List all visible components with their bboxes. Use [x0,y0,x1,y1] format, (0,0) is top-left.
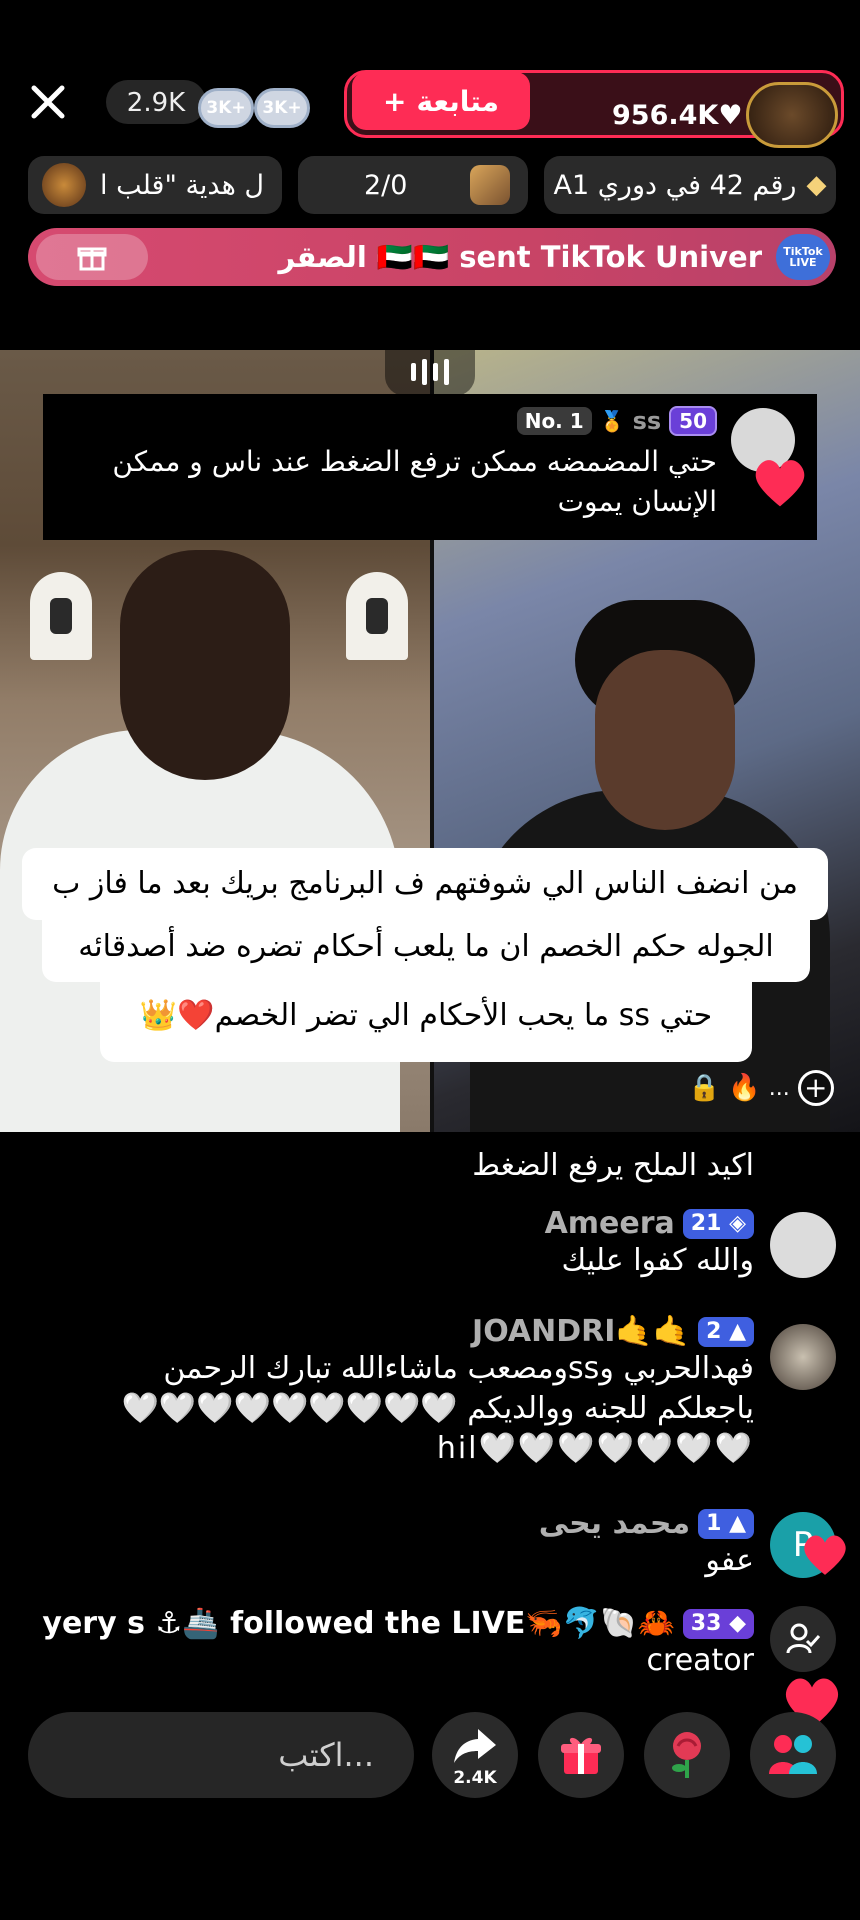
gift-goal-icon [42,163,86,207]
league-rank-text: رقم 42 في دوري A1 [553,169,797,201]
comment-text: ياجعلكم للجنه ووالديكم 🤍🤍🤍🤍🤍🤍🤍🤍🤍 [121,1391,754,1426]
follow-event-text[interactable]: yery s ⚓🚢 followed the LIVE🦐🐬🐚🦀 [42,1606,674,1641]
guest-face [595,650,735,830]
host-likes: 956.4K♥ [612,100,743,131]
medal-icon: 🏅 [599,409,625,433]
comment-text: hil🤍🤍🤍🤍🤍🤍🤍 [436,1431,754,1466]
comment-header: محمد يحى 1 ▲ [539,1506,754,1541]
gift-banner[interactable]: الصقر 🇦🇪🇦🇪 sent TikTok Univer TikTok LIV… [28,228,836,286]
level-badge: 1 ▲ [698,1508,754,1539]
multi-guest-button[interactable] [750,1712,836,1798]
match-score-chip[interactable]: 2/0 [298,156,528,214]
gift-banner-button[interactable] [36,234,148,280]
gift-icon [77,247,107,271]
host-avatar[interactable] [746,82,838,148]
avatar[interactable] [770,1212,836,1278]
league-rank-chip[interactable]: رقم 42 في دوري A1 ◆ [544,156,836,214]
more-icon[interactable]: ... [769,1076,790,1101]
level-badge: 21 ◈ [682,1208,754,1239]
comment-username[interactable]: JOANDRI🤙🤙 [472,1314,690,1349]
fire-icon[interactable]: 🔥 [728,1073,760,1103]
level-badge: 50 [669,406,717,436]
add-guest-button[interactable]: + [797,1070,834,1106]
comment-header: Ameera 21 ◈ [545,1206,754,1241]
caption-line: الجوله حكم الخصم ان ما يلعب أحكام تضره ض… [42,916,810,982]
gift-goal-text: ل هدية "قلب ا [100,169,265,201]
follow-label: متابعة [416,84,500,118]
comment-text: عفو [705,1543,754,1578]
match-icon [470,165,510,205]
pinned-username[interactable]: ss [633,407,662,435]
lantern-decor [346,572,408,660]
top-gifter-badge[interactable]: 3K+ [254,88,310,128]
rose-icon [672,1732,701,1778]
top-gifter-badge[interactable]: 3K+ [198,88,254,128]
lantern-decor [30,572,92,660]
floating-heart-icon [804,1535,846,1575]
people-icon [769,1735,817,1774]
comment-item[interactable]: yery s ⚓🚢 followed the LIVE🦐🐬🐚🦀 33 ◆ cre… [42,1606,754,1681]
gift-goal-chip[interactable]: ل هدية "قلب ا [28,156,282,214]
comment-text: فهدالحربي وssومصعب ماشاءالله تبارك الرحم… [163,1351,754,1386]
viewer-count[interactable]: 2.9K [106,80,206,124]
heart-icon: ♥ [718,100,743,131]
comment-username[interactable]: محمد يحى [539,1506,690,1541]
gift-icon [561,1737,601,1774]
comment-text: والله كفوا عليك [561,1243,754,1278]
plus-icon: + [382,84,407,118]
gift-button[interactable] [538,1712,624,1798]
level-badge: 2 ▲ [698,1316,754,1347]
comment-text: اكيد الملح يرفع الضغط [472,1148,754,1183]
avatar[interactable] [770,1324,836,1390]
comment-item[interactable]: Ameera 21 ◈ والله كفوا عليك [545,1206,754,1281]
share-button[interactable]: 2.4K [432,1712,518,1798]
share-icon [454,1729,496,1763]
comment-item[interactable]: JOANDRI🤙🤙 2 ▲ فهدالحربي وssومصعب ماشاءال… [122,1314,754,1469]
pinned-header: No. 1 🏅 ss 50 [516,406,717,436]
drag-handle[interactable] [385,348,475,396]
match-score: 2/0 [364,169,408,201]
rose-gift-button[interactable] [644,1712,730,1798]
lock-icon[interactable]: 🔒 [688,1073,720,1103]
floating-heart-icon [755,460,805,507]
comment-header: yery s ⚓🚢 followed the LIVE🦐🐬🐚🦀 33 ◆ [42,1606,754,1641]
comment-username[interactable]: Ameera [545,1206,675,1241]
share-count: 2.4K [453,1768,497,1788]
pinned-comment[interactable]: No. 1 🏅 ss 50 حتي المضمضه ممكن ترفع الضغ… [43,394,817,540]
caption-line: من انضف الناس الي شوفتهم ف البرنامج بريك… [22,848,828,920]
follow-event-icon [770,1606,836,1672]
caption-line: حتي ss ما يحب الأحكام الي تضر الخصم❤️👑 [100,980,752,1062]
comment-item[interactable]: اكيد الملح يرفع الضغط [472,1146,754,1186]
level-badge: 33 ◆ [682,1608,754,1639]
rank-badge: No. 1 [516,407,592,435]
camera-tools: 🔒 🔥 ... + [688,1070,834,1106]
pinned-text: حتي المضمضه ممكن ترفع الضغط عند ناس و مم… [112,445,717,518]
follow-button[interactable]: + متابعة [352,72,530,130]
diamond-icon: ◆ [806,170,827,200]
comment-text: creator [646,1643,754,1678]
comment-item[interactable]: محمد يحى 1 ▲ عفو [539,1506,754,1581]
gift-banner-text: الصقر 🇦🇪🇦🇪 sent TikTok Univer [278,239,762,274]
close-icon[interactable] [28,82,68,122]
tiktok-live-badge: TikTok LIVE [776,234,830,280]
comment-header: JOANDRI🤙🤙 2 ▲ [122,1314,754,1349]
comment-input[interactable]: ...اكتب [28,1712,414,1798]
host-face [120,550,290,780]
